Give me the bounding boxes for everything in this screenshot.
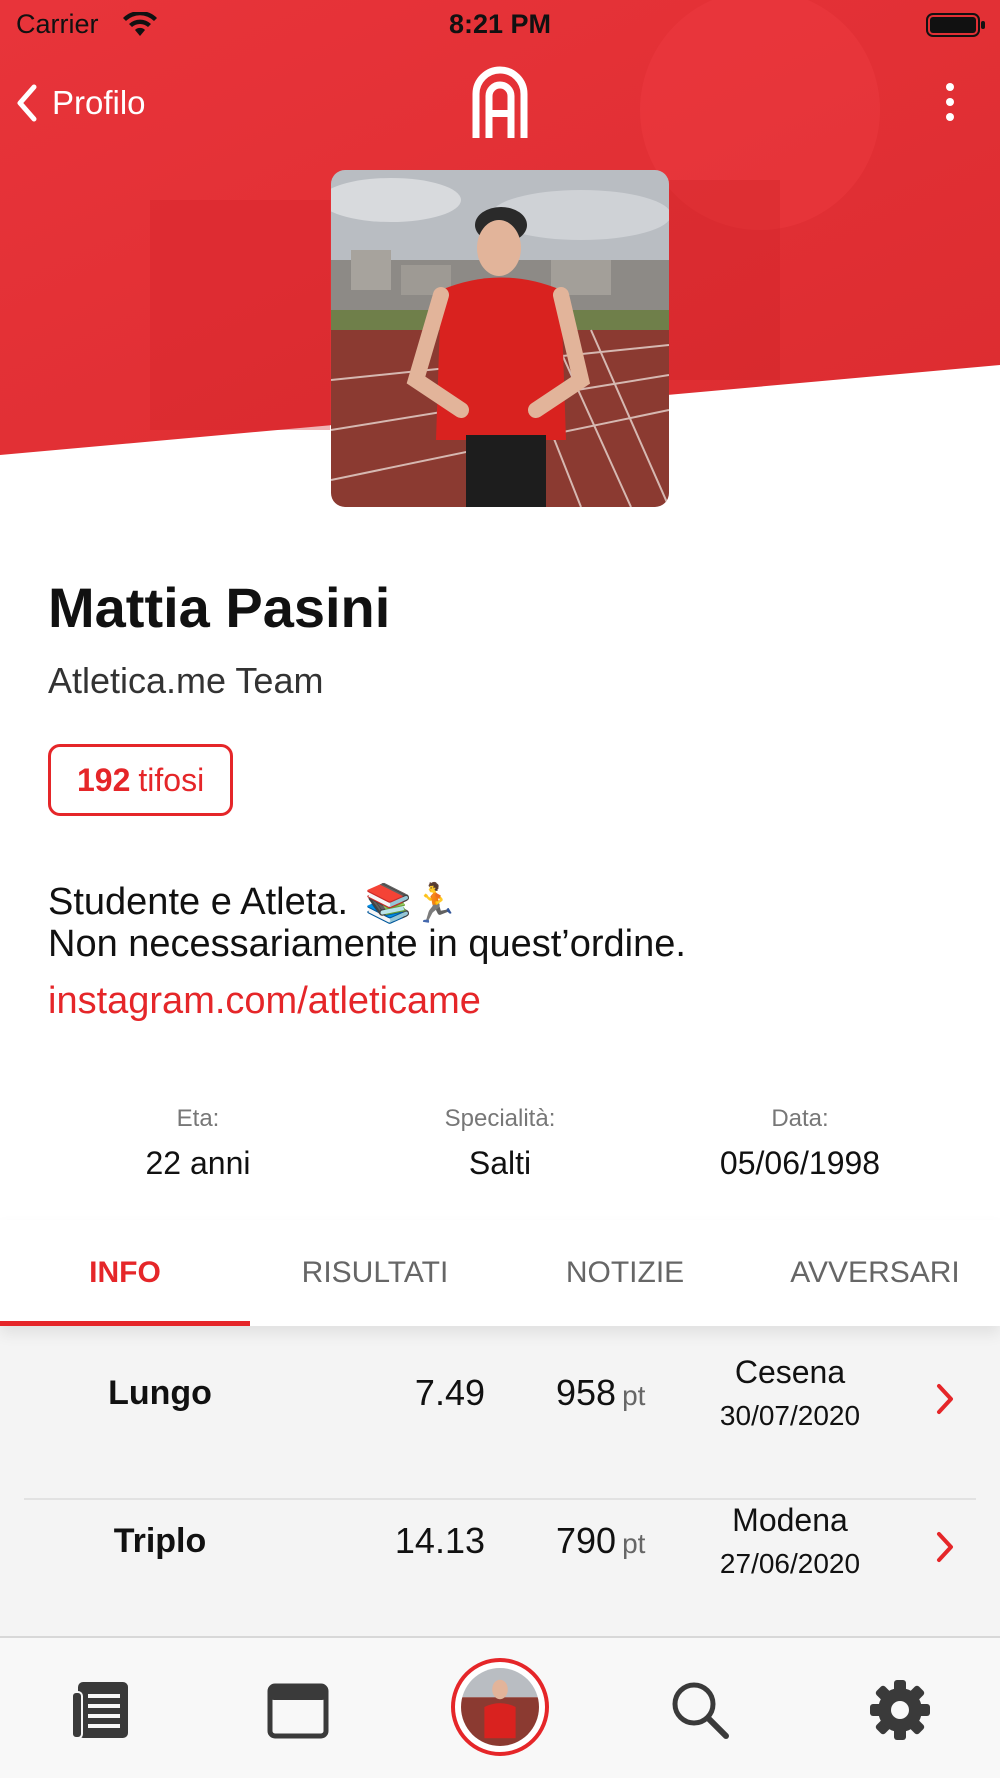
list-item[interactable]: Lungo 7.49 958 pt Cesena 30/07/2020: [0, 1326, 1000, 1474]
list-item[interactable]: Triplo 14.13 790 pt Modena 27/06/2020: [0, 1474, 1000, 1622]
avatar-image: [461, 1668, 539, 1746]
fans-button[interactable]: 192 tifosi: [48, 744, 234, 816]
event-name: Triplo: [113, 1522, 207, 1560]
results-list: Lungo 7.49 958 pt Cesena 30/07/2020 Tripl…: [0, 1326, 1000, 1636]
back-label: Profilo: [52, 84, 146, 121]
event-name: Lungo: [108, 1374, 212, 1412]
battery-icon: [926, 13, 985, 37]
active-tab-indicator: [0, 1321, 250, 1326]
tab-info[interactable]: INFO: [0, 1220, 250, 1326]
atletica-logo: [472, 66, 528, 138]
event-place: Modena: [732, 1502, 848, 1538]
back-button[interactable]: Profilo: [14, 80, 146, 126]
chevron-left-icon: [17, 84, 37, 122]
stat-value: 22 anni: [145, 1145, 251, 1181]
bio-line-2: Non necessariamente in quest’ordine.: [48, 922, 686, 965]
stat-label: Data:: [771, 1105, 829, 1132]
bio-emoji: 📚🏃: [364, 882, 460, 925]
points-value: 790: [556, 1520, 617, 1561]
event-date: 27/06/2020: [719, 1548, 861, 1579]
search-icon[interactable]: [668, 1678, 732, 1742]
fans-count: 192: [77, 761, 131, 798]
bio-line-1: Studente e Atleta.: [48, 881, 349, 923]
bio: Studente e Atleta. 📚🏃 Non necessariament…: [48, 882, 948, 964]
event-date: 30/07/2020: [719, 1400, 861, 1431]
calendar-icon[interactable]: [266, 1678, 330, 1742]
status-bar: Carrier 8:21 PM: [0, 0, 1000, 50]
more-vertical-icon[interactable]: [942, 82, 958, 122]
points-unit: pt: [622, 1380, 646, 1411]
settings-gear-icon[interactable]: [868, 1678, 932, 1742]
news-icon[interactable]: [68, 1678, 132, 1742]
stat-value: Salti: [468, 1145, 532, 1181]
stat-specialty: Specialità: Salti: [350, 1105, 650, 1182]
points-value: 958: [556, 1372, 617, 1413]
chevron-right-icon: [937, 1384, 953, 1414]
event-points: 790 pt: [556, 1520, 645, 1562]
tab-notizie[interactable]: NOTIZIE: [500, 1220, 750, 1326]
chevron-right-icon: [937, 1532, 953, 1562]
stat-value: 05/06/1998: [719, 1145, 881, 1181]
event-points: 958 pt: [556, 1372, 645, 1414]
stat-label: Eta:: [176, 1105, 220, 1132]
event-measure: 7.49: [414, 1372, 485, 1413]
event-measure: 14.13: [394, 1520, 485, 1561]
profile-avatar[interactable]: [451, 1658, 549, 1756]
stats-row: Eta: 22 anni Specialità: Salti Data: 05/…: [0, 1105, 1000, 1185]
stat-birthdate: Data: 05/06/1998: [650, 1105, 950, 1182]
event-place: Cesena: [734, 1354, 846, 1390]
athlete-name: Mattia Pasini: [48, 576, 391, 639]
stat-age: Eta: 22 anni: [48, 1105, 348, 1182]
tab-avversari[interactable]: AVVERSARI: [750, 1220, 1000, 1326]
athlete-team: Atletica.me Team: [48, 660, 324, 701]
fans-label: tifosi: [138, 761, 205, 798]
points-unit: pt: [622, 1528, 646, 1559]
profile-tabs: INFO RISULTATI NOTIZIE AVVERSARI: [0, 1220, 1000, 1326]
profile-photo: [331, 170, 669, 507]
stat-label: Specialità:: [444, 1105, 556, 1132]
tab-risultati[interactable]: RISULTATI: [250, 1220, 500, 1326]
instagram-link[interactable]: instagram.com/atleticame: [48, 980, 481, 1023]
bottom-tab-bar: [0, 1636, 1000, 1778]
clock: 8:21 PM: [448, 9, 552, 39]
